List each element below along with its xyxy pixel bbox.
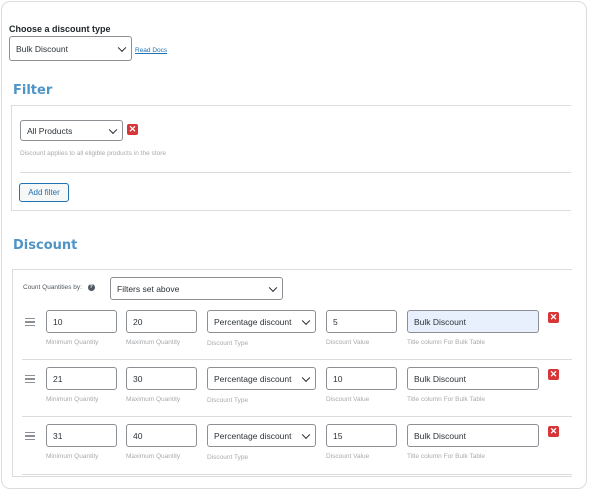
- bulk-table-title-label: Title column For Bulk Table: [407, 453, 486, 460]
- count-quantities-text: Count Quantities by:: [23, 284, 82, 292]
- discount-type-label: Discount Type: [207, 397, 249, 404]
- chevron-down-icon: [301, 316, 311, 325]
- minimum-quantity-input[interactable]: 21: [46, 367, 117, 390]
- minimum-quantity-label: Minimum Quantity: [46, 396, 99, 403]
- filter-heading: Filter: [13, 83, 53, 98]
- row-divider: [22, 416, 572, 417]
- question-circle-icon[interactable]: ?: [87, 284, 95, 291]
- row-divider: [22, 359, 572, 360]
- filter-select[interactable]: All Products: [20, 120, 123, 141]
- maximum-quantity-input[interactable]: 40: [126, 424, 197, 447]
- remove-row-x-icon[interactable]: ✕: [548, 426, 559, 437]
- remove-row-x-icon[interactable]: ✕: [548, 312, 559, 323]
- chevron-down-icon: [301, 430, 311, 439]
- filter-divider: [20, 172, 571, 173]
- minimum-quantity-input[interactable]: 10: [46, 310, 117, 333]
- maximum-quantity-input[interactable]: 30: [126, 367, 197, 390]
- drag-handle-icon[interactable]: [25, 432, 35, 442]
- discount-type-label: Choose a discount type: [9, 24, 111, 34]
- discount-value-input[interactable]: 10: [326, 367, 397, 390]
- discount-type-dropdown-value: Percentage discount: [214, 316, 292, 327]
- discount-type-dropdown[interactable]: Percentage discount: [207, 310, 316, 333]
- discount-type-select[interactable]: Bulk Discount: [9, 36, 132, 61]
- maximum-quantity-label: Maximum Quantity: [126, 396, 181, 403]
- minimum-quantity-label: Minimum Quantity: [46, 453, 99, 460]
- filter-helper-text: Discount applies to all eligible product…: [20, 150, 166, 157]
- row-divider: [22, 474, 572, 475]
- remove-row-x-icon[interactable]: ✕: [548, 369, 559, 380]
- discount-value-input[interactable]: 5: [326, 310, 397, 333]
- discount-type-dropdown-value: Percentage discount: [214, 430, 292, 441]
- discount-value-input[interactable]: 15: [326, 424, 397, 447]
- discount-heading: Discount: [13, 238, 78, 253]
- count-quantities-label: Count Quantities by: ?: [23, 284, 95, 291]
- bulk-table-title-input[interactable]: Bulk Discount: [407, 310, 539, 333]
- bulk-table-title-label: Title column For Bulk Table: [407, 396, 486, 403]
- minimum-quantity-label: Minimum Quantity: [46, 339, 99, 346]
- discount-type-label: Discount Type: [207, 454, 249, 461]
- discount-value-label: Discount Value: [326, 339, 370, 346]
- discount-type-dropdown[interactable]: Percentage discount: [207, 367, 316, 390]
- chevron-down-icon: [301, 373, 311, 382]
- chevron-down-icon: [117, 43, 127, 52]
- minimum-quantity-input[interactable]: 31: [46, 424, 117, 447]
- bulk-table-title-input[interactable]: Bulk Discount: [407, 424, 539, 447]
- discount-type-dropdown[interactable]: Percentage discount: [207, 424, 316, 447]
- count-quantities-select[interactable]: Filters set above: [110, 277, 283, 300]
- read-docs-link[interactable]: Read Docs: [135, 47, 167, 54]
- discount-value-label: Discount Value: [326, 453, 370, 460]
- chevron-down-icon: [268, 283, 278, 292]
- drag-handle-icon[interactable]: [25, 375, 35, 385]
- discount-type-dropdown-value: Percentage discount: [214, 373, 292, 384]
- count-quantities-value: Filters set above: [117, 283, 180, 294]
- maximum-quantity-label: Maximum Quantity: [126, 339, 181, 346]
- drag-handle-icon[interactable]: [25, 318, 35, 328]
- discount-value-label: Discount Value: [326, 396, 370, 403]
- bulk-table-title-input[interactable]: Bulk Discount: [407, 367, 539, 390]
- add-filter-button[interactable]: Add filter: [19, 183, 69, 202]
- remove-filter-x-icon[interactable]: ✕: [127, 124, 138, 135]
- chevron-down-icon: [108, 125, 118, 134]
- discount-type-label: Discount Type: [207, 340, 249, 347]
- filter-select-value: All Products: [27, 125, 73, 136]
- bulk-table-title-label: Title column For Bulk Table: [407, 339, 486, 346]
- maximum-quantity-label: Maximum Quantity: [126, 453, 181, 460]
- maximum-quantity-input[interactable]: 20: [126, 310, 197, 333]
- discount-type-value: Bulk Discount: [16, 43, 68, 54]
